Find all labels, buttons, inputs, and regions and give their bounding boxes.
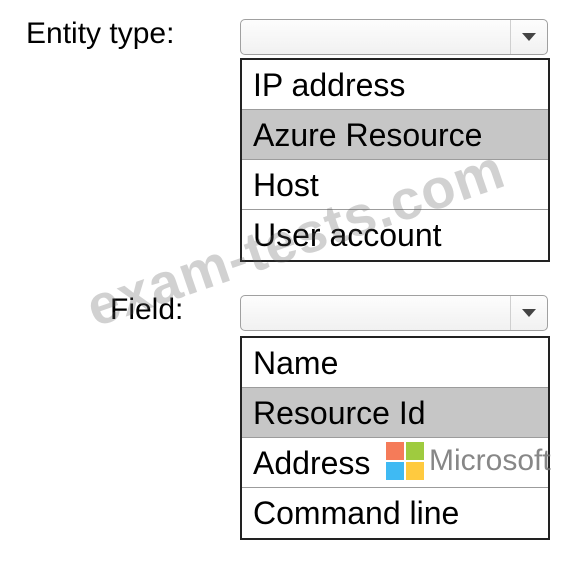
option-resource-id[interactable]: Resource Id xyxy=(242,388,548,438)
entity-type-label: Entity type: xyxy=(26,17,175,50)
chevron-down-icon[interactable] xyxy=(510,296,547,330)
option-command-line[interactable]: Command line xyxy=(242,488,548,538)
field-options: Name Resource Id Address Command line xyxy=(240,336,550,540)
option-azure-resource[interactable]: Azure Resource xyxy=(242,110,548,160)
option-user-account[interactable]: User account xyxy=(242,210,548,260)
option-host[interactable]: Host xyxy=(242,160,548,210)
entity-type-dropdown[interactable] xyxy=(240,19,548,55)
chevron-down-icon[interactable] xyxy=(510,20,547,54)
option-ip-address[interactable]: IP address xyxy=(242,60,548,110)
entity-type-options: IP address Azure Resource Host User acco… xyxy=(240,58,550,262)
option-address[interactable]: Address xyxy=(242,438,548,488)
field-label: Field: xyxy=(110,293,184,326)
option-name[interactable]: Name xyxy=(242,338,548,388)
field-dropdown[interactable] xyxy=(240,295,548,331)
